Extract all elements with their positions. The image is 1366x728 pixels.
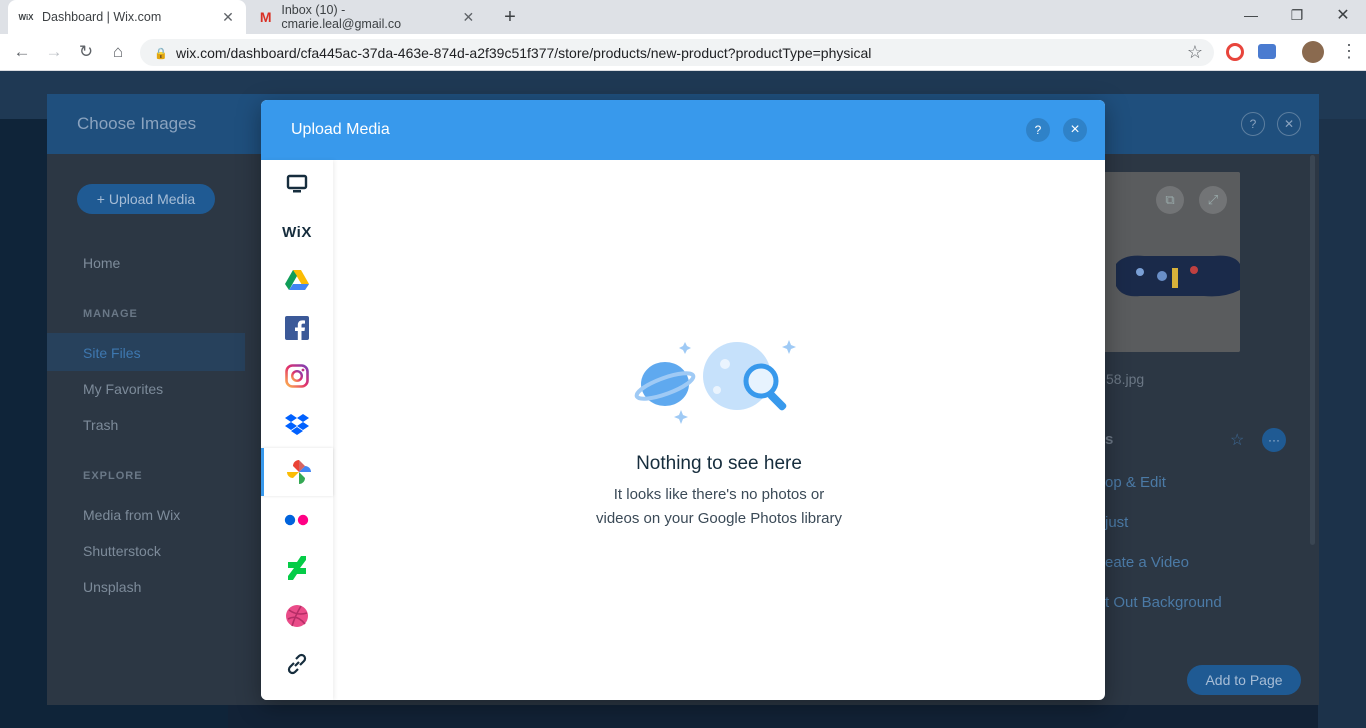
gmail-favicon-icon: M	[259, 9, 272, 25]
forward-icon[interactable]: →	[41, 39, 67, 65]
manage-heading: MANAGE	[83, 308, 138, 320]
empty-state-title: Nothing to see here	[636, 453, 802, 474]
restore-icon[interactable]: ❐	[1274, 0, 1320, 30]
address-bar[interactable]: 🔒 wix.com/dashboard/cfa445ac-37da-463e-8…	[140, 39, 1214, 66]
details-heading: s	[1105, 431, 1114, 448]
explore-heading: EXPLORE	[83, 470, 143, 482]
window-close-icon[interactable]: ✕	[1320, 0, 1366, 30]
scrollbar[interactable]	[1310, 155, 1315, 545]
bookmark-star-icon[interactable]: ☆	[1182, 39, 1208, 65]
empty-state-illustration-icon	[634, 340, 796, 424]
tab-wix-dashboard[interactable]: WiX Dashboard | Wix.com ✕	[8, 0, 246, 34]
help-icon[interactable]: ?	[1241, 112, 1265, 136]
tab-title: Dashboard | Wix.com	[42, 10, 162, 24]
camera-extension-icon[interactable]	[1258, 44, 1276, 59]
browser-tab-bar: WiX Dashboard | Wix.com ✕ M Inbox (10) -…	[0, 0, 1366, 34]
facebook-icon[interactable]	[261, 304, 333, 352]
extension-icon[interactable]	[1226, 43, 1244, 61]
expand-icon[interactable]: ⤢	[1199, 186, 1227, 214]
home-icon[interactable]: ⌂	[105, 39, 131, 65]
choose-images-title: Choose Images	[77, 114, 197, 133]
upload-media-header: Upload Media	[261, 100, 1105, 160]
computer-icon[interactable]	[261, 160, 333, 208]
tab-title: Inbox (10) - cmarie.leal@gmail.co	[281, 3, 402, 31]
create-video-link[interactable]: eate a Video	[1105, 554, 1189, 571]
crop-edit-link[interactable]: op & Edit	[1105, 474, 1166, 491]
google-drive-icon[interactable]	[261, 256, 333, 304]
link-icon[interactable]	[261, 640, 333, 688]
file-name: 58.jpg	[1106, 371, 1145, 387]
nav-media-from-wix[interactable]: Media from Wix	[83, 507, 180, 523]
nav-shutterstock[interactable]: Shutterstock	[83, 543, 161, 559]
crop-icon[interactable]: ⧉	[1156, 186, 1184, 214]
url-text: wix.com/dashboard/cfa445ac-37da-463e-874…	[176, 44, 872, 61]
source-rail: WiX	[261, 160, 333, 700]
nav-site-files[interactable]: Site Files	[83, 345, 141, 361]
close-tab-icon[interactable]: ✕	[220, 9, 236, 26]
minimize-icon[interactable]: —	[1228, 0, 1274, 30]
wix-logo-text: WiX	[282, 223, 312, 241]
dropbox-icon[interactable]	[261, 400, 333, 448]
instagram-icon[interactable]	[261, 352, 333, 400]
deviantart-icon[interactable]	[261, 544, 333, 592]
dribbble-icon[interactable]	[261, 592, 333, 640]
chrome-menu-icon[interactable]: ⋮	[1340, 41, 1358, 62]
profile-avatar[interactable]	[1302, 41, 1324, 63]
empty-state-message: It looks like there's no photos or video…	[333, 483, 1105, 531]
empty-state-line: It looks like there's no photos or	[613, 486, 825, 503]
nav-unsplash[interactable]: Unsplash	[83, 579, 141, 595]
wix-favicon-icon: WiX	[18, 12, 34, 22]
upload-media-title: Upload Media	[291, 121, 390, 138]
dashboard-right-strip	[1318, 119, 1366, 728]
close-icon[interactable]: ✕	[1277, 112, 1301, 136]
reload-icon[interactable]: ↻	[73, 39, 99, 65]
nav-home[interactable]: Home	[83, 255, 120, 271]
flickr-icon[interactable]	[261, 496, 333, 544]
close-tab-icon[interactable]: ✕	[461, 9, 476, 26]
lock-icon: 🔒	[154, 48, 168, 60]
more-options-icon[interactable]: ···	[1262, 428, 1286, 452]
google-photos-icon[interactable]	[261, 448, 333, 496]
upload-media-button[interactable]: + Upload Media	[77, 184, 215, 214]
adjust-link[interactable]: just	[1105, 514, 1128, 531]
back-icon[interactable]: ←	[9, 39, 35, 65]
wix-icon[interactable]: WiX	[261, 208, 333, 256]
upload-media-modal: Upload Media ? × WiX Nothing to see here…	[261, 100, 1105, 700]
new-tab-icon[interactable]: +	[498, 5, 522, 29]
nav-my-favorites[interactable]: My Favorites	[83, 381, 163, 397]
add-to-page-button[interactable]: Add to Page	[1187, 665, 1301, 695]
tab-gmail-inbox[interactable]: M Inbox (10) - cmarie.leal@gmail.co ✕	[248, 0, 486, 34]
nav-trash[interactable]: Trash	[83, 417, 118, 433]
empty-state-line: videos on your Google Photos library	[596, 510, 842, 527]
help-icon[interactable]: ?	[1026, 118, 1050, 142]
close-icon[interactable]: ×	[1063, 118, 1087, 142]
favorite-star-icon[interactable]: ☆	[1230, 430, 1244, 450]
cut-out-background-link[interactable]: t Out Background	[1105, 594, 1222, 611]
selected-nav-highlight	[47, 333, 245, 371]
